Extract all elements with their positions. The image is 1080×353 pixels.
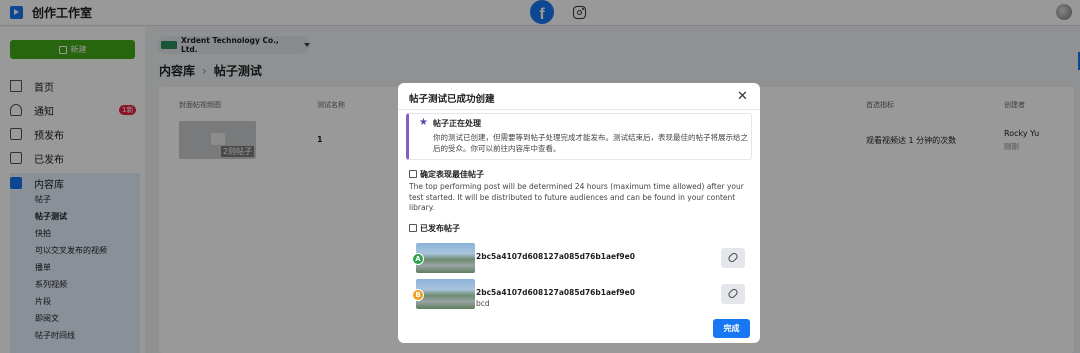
- processing-notice: ★ 帖子正在处理 你的测试已创建，但需要等到帖子处理完成才能发布。测试结束后，表…: [406, 113, 752, 160]
- dialog-title: 帖子测试已成功创建: [409, 94, 495, 105]
- post-caption: bcd: [476, 299, 490, 308]
- section-best-post-body: The top performing post will be determin…: [409, 182, 744, 212]
- variant-a-badge: A: [412, 253, 424, 265]
- post-thumbnail: [416, 243, 475, 273]
- divider: [398, 109, 760, 110]
- link-icon: [726, 287, 740, 300]
- star-icon: ★: [419, 117, 428, 128]
- copy-link-button[interactable]: [721, 284, 745, 304]
- success-dialog: 帖子测试已成功创建 ✕ ★ 帖子正在处理 你的测试已创建，但需要等到帖子处理完成…: [398, 83, 760, 343]
- done-button[interactable]: 完成: [713, 319, 750, 338]
- section-published-heading: 已发布帖子: [409, 223, 460, 234]
- post-thumbnail: [416, 279, 475, 309]
- flask-icon: [409, 170, 417, 178]
- variant-b-badge: B: [412, 289, 424, 301]
- notice-body: 你的测试已创建，但需要等到帖子处理完成才能发布。测试结束后，表现最佳的帖子将展示…: [433, 133, 748, 153]
- published-post-b: B 2bc5a4107d608127a085d76b1aef9e0 bcd: [412, 279, 752, 309]
- section-best-post-heading: 确定表现最佳帖子: [409, 169, 484, 180]
- published-post-a: A 2bc5a4107d608127a085d76b1aef9e0: [412, 243, 752, 273]
- close-icon[interactable]: ✕: [737, 90, 748, 103]
- published-icon: [409, 224, 417, 232]
- post-id: 2bc5a4107d608127a085d76b1aef9e0: [476, 288, 635, 297]
- copy-link-button[interactable]: [721, 248, 745, 268]
- notice-heading: 帖子正在处理: [433, 119, 481, 128]
- link-icon: [726, 251, 740, 264]
- post-id: 2bc5a4107d608127a085d76b1aef9e0: [476, 252, 635, 261]
